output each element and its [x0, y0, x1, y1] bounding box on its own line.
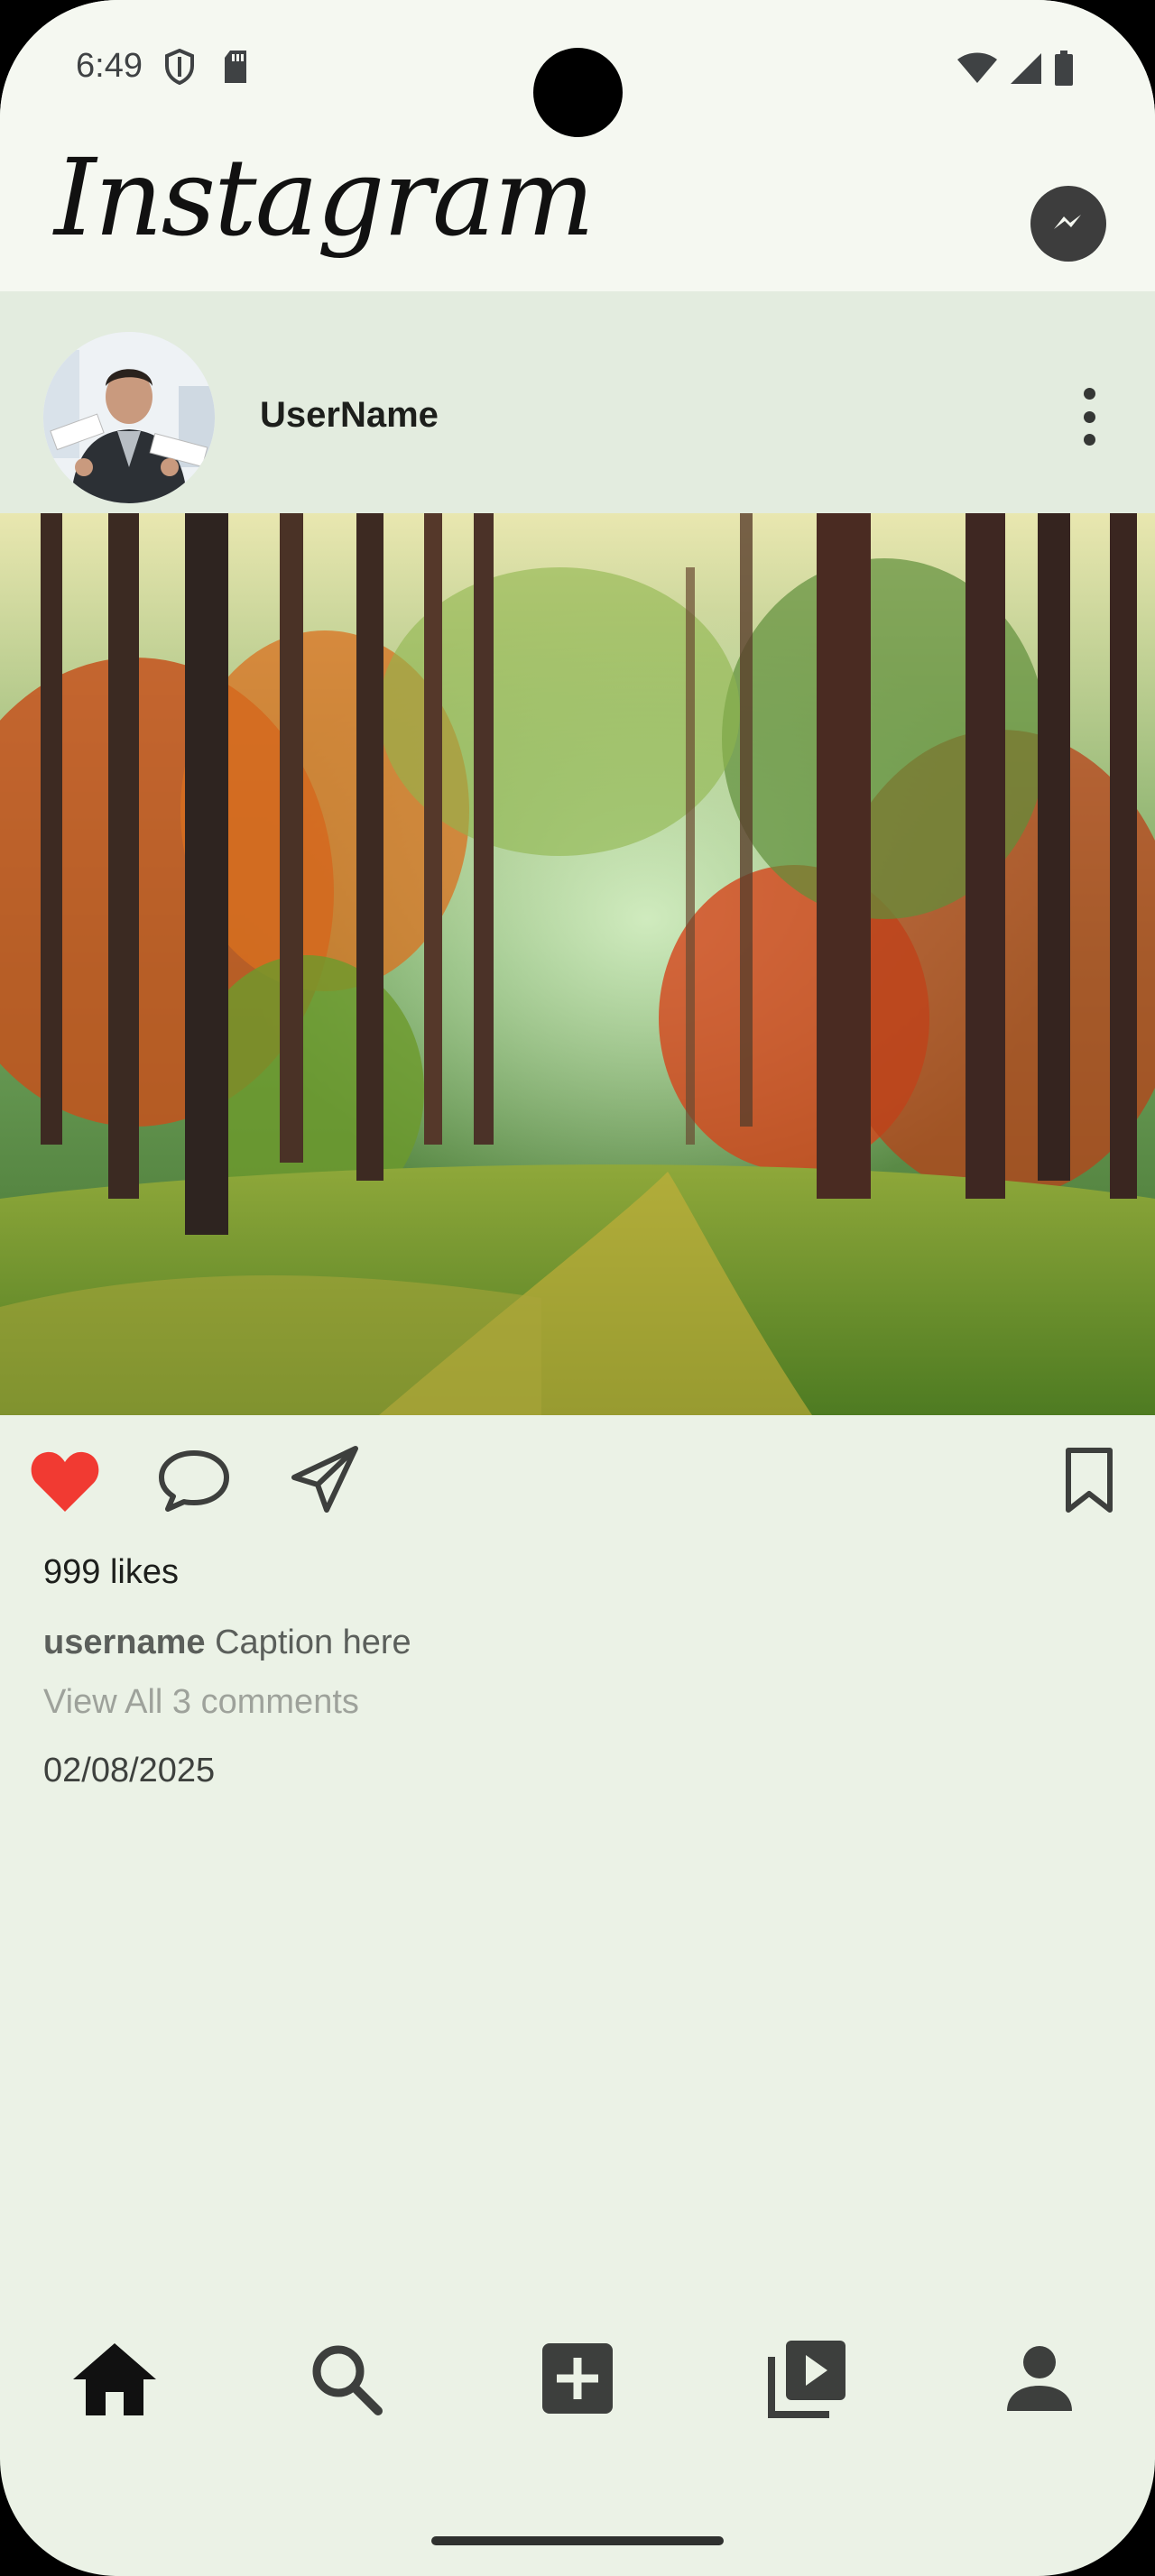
- phone-screen: 6:49 Instagram UserName 999 likes userna…: [0, 0, 1155, 2576]
- user-avatar[interactable]: [43, 332, 215, 503]
- view-comments-link[interactable]: View All 3 comments: [43, 1683, 359, 1722]
- home-icon[interactable]: [65, 2329, 164, 2428]
- post-username[interactable]: UserName: [260, 395, 439, 436]
- sd-card-icon: [222, 49, 249, 89]
- status-time: 6:49: [76, 47, 143, 85]
- heart-icon[interactable]: [27, 1446, 103, 1516]
- caption-username[interactable]: username: [43, 1624, 206, 1661]
- top-app-bar: 6:49 Instagram: [0, 0, 1155, 291]
- comment-icon[interactable]: [155, 1446, 233, 1514]
- post-caption: username Caption here: [43, 1624, 411, 1662]
- profile-icon[interactable]: [990, 2329, 1089, 2428]
- messenger-icon[interactable]: [1030, 186, 1106, 262]
- bottom-navigation: [0, 2309, 1155, 2435]
- signal-icon: [1009, 51, 1043, 90]
- post-date: 02/08/2025: [43, 1752, 216, 1789]
- more-vertical-icon[interactable]: [1074, 388, 1104, 446]
- send-icon[interactable]: [289, 1443, 361, 1515]
- reels-icon[interactable]: [758, 2329, 857, 2428]
- search-icon[interactable]: [296, 2329, 395, 2428]
- caption-text: Caption here: [205, 1624, 411, 1661]
- gesture-home-indicator[interactable]: [431, 2536, 724, 2545]
- add-post-icon[interactable]: [528, 2329, 627, 2428]
- post-image[interactable]: [0, 513, 1155, 1415]
- camera-cutout: [533, 48, 623, 137]
- instagram-logo: Instagram: [54, 135, 595, 260]
- bookmark-icon[interactable]: [1061, 1446, 1117, 1514]
- wifi-icon: [956, 52, 998, 89]
- battery-icon: [1054, 51, 1074, 91]
- status-right-icons: [956, 51, 1074, 91]
- likes-count[interactable]: 999 likes: [43, 1553, 179, 1592]
- shield-icon: [164, 48, 195, 89]
- status-left-icons: [164, 48, 249, 89]
